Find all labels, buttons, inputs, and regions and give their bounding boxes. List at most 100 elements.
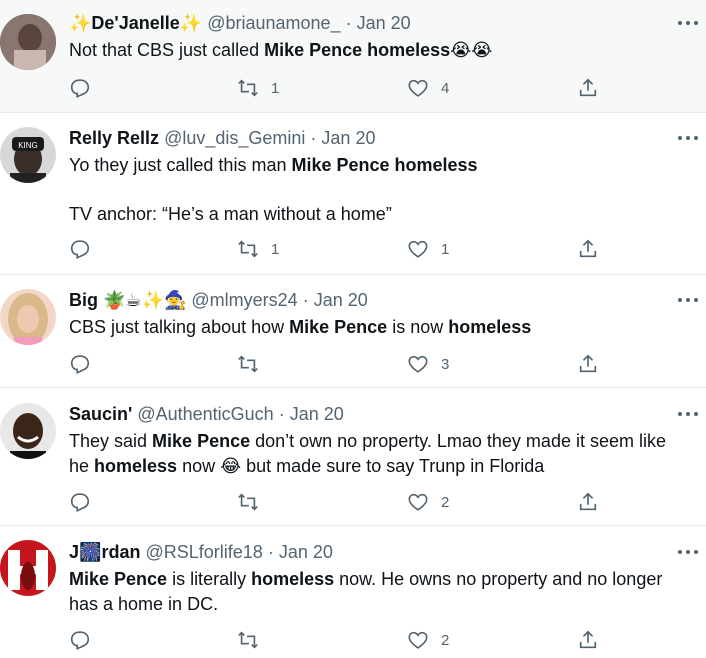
share-button[interactable] [577, 490, 599, 514]
tweet-3[interactable]: Big 🪴☕✨🧙‍♀️ @mlmyers24 · Jan 20 CBS just… [0, 275, 706, 388]
separator: · [267, 542, 274, 562]
retweet-button[interactable]: 1 [237, 237, 279, 261]
retweet-icon [238, 493, 258, 511]
like-icon [408, 631, 428, 649]
reply-icon [70, 355, 90, 374]
more-icon[interactable] [678, 410, 700, 418]
tweet-1[interactable]: ✨De'Janelle✨ @briaunamone_ · Jan 20 Not … [0, 0, 706, 113]
like-count: 2 [441, 493, 450, 511]
like-button[interactable]: 2 [407, 490, 449, 514]
share-button[interactable] [577, 352, 599, 376]
more-icon[interactable] [678, 296, 700, 304]
retweet-button[interactable]: 1 [237, 76, 279, 100]
tweet-header: J🎆rdan @RSLforlife18 · Jan 20 [69, 541, 333, 563]
retweet-count: 1 [271, 240, 280, 258]
share-button[interactable] [577, 237, 599, 261]
timestamp[interactable]: Jan 20 [321, 128, 375, 148]
action-bar: 3 [69, 352, 599, 376]
handle[interactable]: @AuthenticGuch [137, 404, 273, 424]
avatar[interactable] [0, 403, 56, 459]
retweet-button[interactable] [237, 352, 271, 376]
reply-button[interactable] [69, 76, 91, 100]
like-count: 4 [441, 79, 450, 97]
timestamp[interactable]: Jan 20 [314, 290, 368, 310]
share-icon [579, 630, 597, 649]
action-bar: 2 [69, 490, 599, 514]
timestamp[interactable]: Jan 20 [279, 542, 333, 562]
display-name[interactable]: Saucin' [69, 404, 132, 424]
like-button[interactable]: 4 [407, 76, 449, 100]
tweet-header: Relly Rellz @luv_dis_Gemini · Jan 20 [69, 127, 375, 149]
avatar[interactable] [0, 540, 56, 596]
avatar-image [0, 14, 56, 70]
tweet-2[interactable]: KING Relly Rellz @luv_dis_Gemini · Jan 2… [0, 113, 706, 275]
retweet-icon [238, 240, 258, 258]
crying-emoji: 😭 [471, 40, 493, 60]
reply-icon [70, 240, 90, 259]
tweet-4[interactable]: Saucin' @AuthenticGuch · Jan 20 They sai… [0, 388, 706, 526]
like-icon [408, 355, 428, 373]
reply-icon [70, 493, 90, 512]
avatar-image: KING [0, 127, 56, 183]
share-icon [579, 492, 597, 511]
separator: · [310, 128, 317, 148]
display-name[interactable]: Big 🪴☕✨🧙‍♀️ [69, 290, 186, 310]
retweet-count: 1 [271, 79, 280, 97]
tweet-text: CBS just talking about how Mike Pence is… [69, 317, 532, 337]
display-name[interactable]: ✨De'Janelle✨ [69, 13, 202, 33]
like-icon [408, 240, 428, 258]
avatar[interactable] [0, 14, 56, 70]
crying-emoji: 😭 [450, 40, 472, 60]
cap-text: KING [18, 141, 38, 150]
handle[interactable]: @luv_dis_Gemini [164, 128, 305, 148]
like-button[interactable]: 1 [407, 237, 449, 261]
tweet-text: They said Mike Pence don’t own no proper… [69, 431, 666, 476]
retweet-button[interactable] [237, 490, 271, 514]
tweet-5[interactable]: J🎆rdan @RSLforlife18 · Jan 20 Mike Pence… [0, 526, 706, 658]
handle[interactable]: @mlmyers24 [191, 290, 297, 310]
like-icon [408, 493, 428, 511]
tweet-text: Mike Pence is literally homeless now. He… [69, 569, 663, 614]
more-icon[interactable] [678, 134, 700, 142]
share-button[interactable] [577, 76, 599, 100]
action-bar: 1 1 [69, 237, 599, 261]
retweet-icon [238, 79, 258, 97]
reply-button[interactable] [69, 237, 91, 261]
reply-button[interactable] [69, 352, 91, 376]
like-count: 3 [441, 355, 450, 373]
avatar-image [0, 403, 56, 459]
display-name[interactable]: J🎆rdan [69, 542, 140, 562]
retweet-icon [238, 631, 258, 649]
more-icon[interactable] [678, 19, 700, 27]
share-icon [579, 239, 597, 258]
avatar-image [0, 540, 56, 596]
like-button[interactable]: 2 [407, 628, 449, 652]
display-name[interactable]: Relly Rellz [69, 128, 159, 148]
laughing-emoji: 😂 [220, 456, 242, 476]
retweet-button[interactable] [237, 628, 271, 652]
share-icon [579, 78, 597, 97]
tweet-header: ✨De'Janelle✨ @briaunamone_ · Jan 20 [69, 12, 411, 34]
reply-button[interactable] [69, 628, 91, 652]
handle[interactable]: @RSLforlife18 [145, 542, 262, 562]
avatar[interactable]: KING [0, 127, 56, 183]
action-bar: 2 [69, 628, 599, 652]
timestamp[interactable]: Jan 20 [290, 404, 344, 424]
reply-button[interactable] [69, 490, 91, 514]
avatar-image [0, 289, 56, 345]
retweet-icon [238, 355, 258, 373]
name-emojis: 🪴☕✨🧙‍♀️ [103, 290, 187, 310]
separator: · [278, 404, 285, 424]
timestamp[interactable]: Jan 20 [357, 13, 411, 33]
handle[interactable]: @briaunamone_ [207, 13, 340, 33]
like-count: 2 [441, 631, 450, 649]
fireworks-emoji: 🎆 [79, 542, 102, 562]
like-button[interactable]: 3 [407, 352, 449, 376]
tweet-text: Not that CBS just called Mike Pence home… [69, 40, 493, 60]
like-count: 1 [441, 240, 450, 258]
share-button[interactable] [577, 628, 599, 652]
reply-icon [70, 79, 90, 98]
more-icon[interactable] [678, 548, 700, 556]
avatar[interactable] [0, 289, 56, 345]
reply-icon [70, 631, 90, 650]
